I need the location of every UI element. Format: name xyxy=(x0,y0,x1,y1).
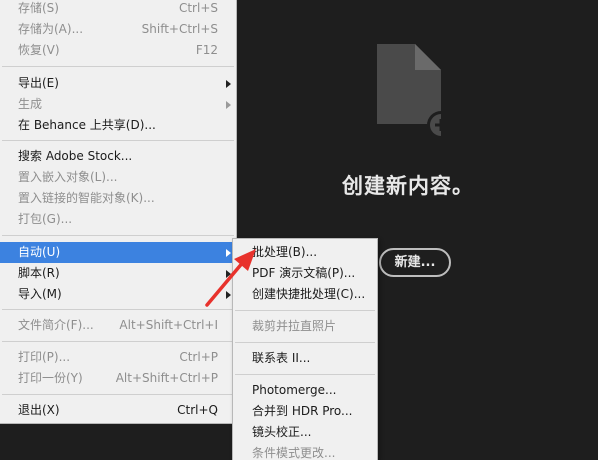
menu-separator xyxy=(2,235,234,236)
menu-item-photomerge[interactable]: Photomerge... xyxy=(233,380,377,401)
menu-separator xyxy=(2,140,234,141)
shortcut-label: Ctrl+S xyxy=(178,1,218,15)
shortcut-label: Shift+Ctrl+S xyxy=(141,22,218,36)
menu-item-crop-straighten[interactable]: 裁剪并拉直照片 xyxy=(233,316,377,337)
menu-separator xyxy=(2,394,234,395)
menu-item-search-adobe-stock[interactable]: 搜索 Adobe Stock... xyxy=(0,146,236,167)
menu-item-print-one-copy[interactable]: 打印一份(Y) Alt+Shift+Ctrl+P xyxy=(0,368,236,389)
menu-item-merge-hdr[interactable]: 合并到 HDR Pro... xyxy=(233,401,377,422)
menu-separator xyxy=(235,374,375,375)
shortcut-label: Alt+Shift+Ctrl+P xyxy=(115,371,218,385)
file-menu: 存储(S) Ctrl+S 存储为(A)... Shift+Ctrl+S 恢复(V… xyxy=(0,0,237,424)
menu-separator xyxy=(235,342,375,343)
red-pointer-arrow-icon xyxy=(205,249,256,307)
new-document-button[interactable]: 新建... xyxy=(379,248,451,277)
menu-item-export[interactable]: 导出(E) xyxy=(0,73,236,94)
welcome-title: 创建新内容。 xyxy=(342,174,474,198)
menu-item-print[interactable]: 打印(P)... Ctrl+P xyxy=(0,347,236,368)
menu-item-revert[interactable]: 恢复(V) F12 xyxy=(0,40,236,61)
menu-item-save[interactable]: 存储(S) Ctrl+S xyxy=(0,0,236,19)
menu-item-place-embedded[interactable]: 置入嵌入对象(L)... xyxy=(0,167,236,188)
menu-separator xyxy=(2,341,234,342)
new-document-plus-icon xyxy=(377,44,441,136)
menu-item-share-behance[interactable]: 在 Behance 上共享(D)... xyxy=(0,115,236,136)
menu-item-generate[interactable]: 生成 xyxy=(0,94,236,115)
shortcut-label: Alt+Shift+Ctrl+I xyxy=(119,318,218,332)
menu-item-conditional-mode-change[interactable]: 条件模式更改... xyxy=(233,443,377,460)
chevron-right-icon xyxy=(226,80,231,88)
shortcut-label: Ctrl+Q xyxy=(177,403,218,417)
menu-item-package[interactable]: 打包(G)... xyxy=(0,209,236,230)
menu-item-file-info[interactable]: 文件简介(F)... Alt+Shift+Ctrl+I xyxy=(0,315,236,336)
menu-item-contact-sheet[interactable]: 联系表 II... xyxy=(233,348,377,369)
shortcut-label: F12 xyxy=(195,43,218,57)
menu-item-place-linked[interactable]: 置入链接的智能对象(K)... xyxy=(0,188,236,209)
menu-item-exit[interactable]: 退出(X) Ctrl+Q xyxy=(0,400,236,421)
shortcut-label: Ctrl+P xyxy=(179,350,218,364)
menu-item-save-as[interactable]: 存储为(A)... Shift+Ctrl+S xyxy=(0,19,236,40)
chevron-right-icon xyxy=(226,101,231,109)
menu-item-lens-correction[interactable]: 镜头校正... xyxy=(233,422,377,443)
menu-separator xyxy=(2,66,234,67)
